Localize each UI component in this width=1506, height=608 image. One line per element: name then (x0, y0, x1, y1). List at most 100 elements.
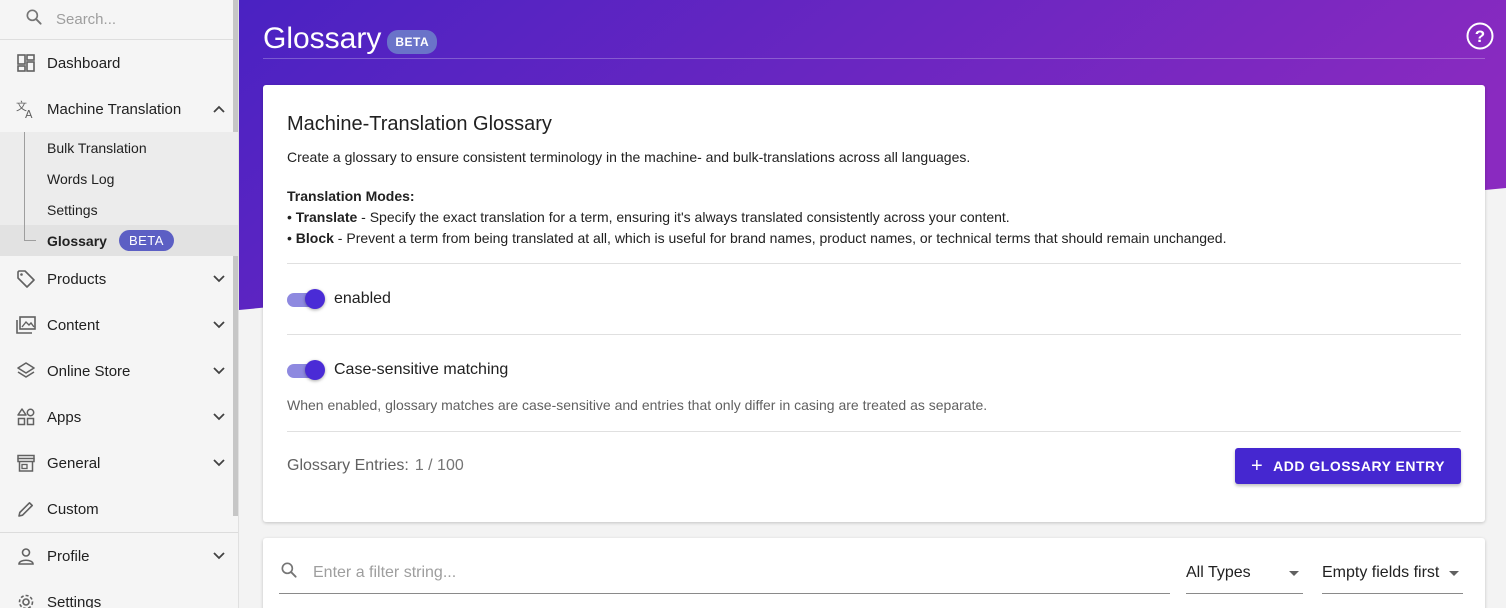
sidebar-item-label: Apps (47, 408, 82, 426)
machine-translation-subnav: Bulk Translation Words Log Settings Glos… (0, 132, 238, 256)
sidebar-item-label: Content (47, 316, 100, 334)
svg-text:A: A (25, 108, 33, 119)
plus-icon: + (1250, 455, 1264, 477)
filter-bar: Enter a filter string... All Types Empty… (263, 538, 1485, 608)
entries-value: 1 / 100 (414, 457, 464, 474)
sidebar-item-label: Products (47, 270, 107, 288)
sidebar-subitem-glossary[interactable]: Glossary BETA (0, 225, 238, 256)
card-description: Create a glossary to ensure consistent t… (287, 149, 971, 165)
tree-line (24, 132, 25, 240)
bullet: • (287, 209, 296, 225)
sidebar-subitem-label: Settings (47, 201, 98, 218)
main-content: Glossary BETA ? Machine-Translation Glos… (239, 0, 1506, 608)
help-icon-glyph: ? (1475, 27, 1485, 46)
translate-icon: 文A (16, 99, 36, 119)
chevron-down-icon (212, 456, 226, 470)
chevron-down-icon (212, 364, 226, 378)
filter-input[interactable]: Enter a filter string... (279, 552, 1170, 594)
case-sensitive-label: Case-sensitive matching (334, 361, 509, 378)
images-icon (16, 315, 36, 335)
apps-icon (16, 407, 36, 427)
mode-description: - Specify the exact translation for a te… (357, 209, 1010, 225)
sidebar-item-label: Profile (47, 547, 90, 565)
sidebar-item-dashboard[interactable]: Dashboard (0, 40, 238, 86)
sidebar-item-online-store[interactable]: Online Store (0, 348, 238, 394)
sidebar: Search... Dashboard 文A Machine Translati… (0, 0, 239, 608)
sidebar-item-label: Dashboard (47, 54, 121, 72)
entries-label: Glossary Entries: (287, 457, 409, 474)
pencil-icon (16, 499, 36, 519)
chevron-down-icon (212, 410, 226, 424)
sort-select[interactable]: Empty fields first (1322, 552, 1463, 594)
gear-icon (16, 592, 36, 608)
mode-name: Block (295, 230, 334, 246)
sidebar-item-products[interactable]: Products (0, 256, 238, 302)
page-header: Glossary BETA (263, 22, 438, 56)
tag-icon (16, 269, 36, 289)
sidebar-item-label: Machine Translation (47, 100, 182, 118)
beta-badge: BETA (118, 230, 174, 251)
mode-description: - Prevent a term from being translated a… (333, 230, 1227, 246)
sidebar-subitem-label: Glossary (47, 232, 107, 249)
dropdown-arrow-icon (1449, 571, 1459, 576)
toggle-knob (305, 360, 325, 380)
search-placeholder: Search... (56, 11, 117, 28)
sidebar-subitem-settings[interactable]: Settings (0, 194, 238, 225)
sidebar-item-general[interactable]: General (0, 440, 238, 486)
dashboard-icon (16, 53, 36, 73)
entries-row: Glossary Entries: 1 / 100 + ADD GLOSSARY … (287, 432, 1461, 500)
page-title: Glossary (263, 22, 382, 55)
sidebar-item-machine-translation[interactable]: 文A Machine Translation (0, 86, 238, 132)
chevron-down-icon (212, 272, 226, 286)
case-sensitive-toggle[interactable] (287, 360, 325, 380)
bullet: • (287, 230, 296, 246)
sidebar-item-custom[interactable]: Custom (0, 486, 238, 532)
sidebar-subitem-bulk-translation[interactable]: Bulk Translation (0, 132, 238, 163)
person-icon (16, 546, 36, 566)
help-button[interactable]: ? (1466, 22, 1494, 50)
sidebar-item-content[interactable]: Content (0, 302, 238, 348)
enabled-toggle-row: enabled (287, 264, 1461, 334)
enabled-label: enabled (334, 290, 391, 307)
mode-block: • Block - Prevent a term from being tran… (287, 230, 1461, 246)
entries-count: Glossary Entries: 1 / 100 (287, 457, 464, 475)
case-sensitive-hint: When enabled, glossary matches are case-… (287, 397, 988, 413)
title-beta-badge: BETA (387, 30, 438, 54)
enabled-toggle[interactable] (287, 289, 325, 309)
chevron-up-icon (212, 102, 226, 116)
help-icon: ? (1466, 22, 1494, 50)
sort-select-value: Empty fields first (1322, 563, 1440, 581)
chevron-down-icon (212, 318, 226, 332)
sidebar-search[interactable]: Search... (0, 0, 238, 40)
sidebar-item-apps[interactable]: Apps (0, 394, 238, 440)
mode-name: Translate (295, 209, 358, 225)
toggle-knob (305, 289, 325, 309)
layers-icon (16, 361, 36, 381)
chevron-down-icon (212, 549, 226, 563)
case-sensitive-toggle-row: Case-sensitive matching (287, 335, 1461, 405)
type-select-value: All Types (1186, 563, 1251, 581)
sidebar-item-profile[interactable]: Profile (0, 533, 238, 579)
dropdown-arrow-icon (1289, 571, 1299, 576)
sidebar-subitem-label: Bulk Translation (47, 139, 147, 156)
search-icon (279, 560, 299, 585)
tree-connector (24, 225, 36, 241)
store-icon (16, 453, 36, 473)
sidebar-subitem-words-log[interactable]: Words Log (0, 163, 238, 194)
glossary-settings-card: Machine-Translation Glossary Create a gl… (263, 85, 1485, 522)
mode-translate: • Translate - Specify the exact translat… (287, 209, 1461, 225)
sidebar-item-label: Custom (47, 500, 99, 518)
add-glossary-entry-button[interactable]: + ADD GLOSSARY ENTRY (1234, 448, 1461, 484)
card-heading: Machine-Translation Glossary (287, 113, 552, 135)
sidebar-item-settings[interactable]: Settings (0, 579, 238, 608)
search-icon (24, 7, 44, 32)
filter-placeholder: Enter a filter string... (313, 563, 457, 581)
sidebar-subitem-label: Words Log (47, 170, 115, 187)
type-select[interactable]: All Types (1186, 552, 1303, 594)
header-divider (263, 58, 1485, 59)
sidebar-item-label: Settings (47, 593, 102, 608)
sidebar-item-label: Online Store (47, 362, 131, 380)
add-button-label: ADD GLOSSARY ENTRY (1273, 458, 1445, 474)
modes-title: Translation Modes: (287, 188, 415, 204)
sidebar-item-label: General (47, 454, 101, 472)
